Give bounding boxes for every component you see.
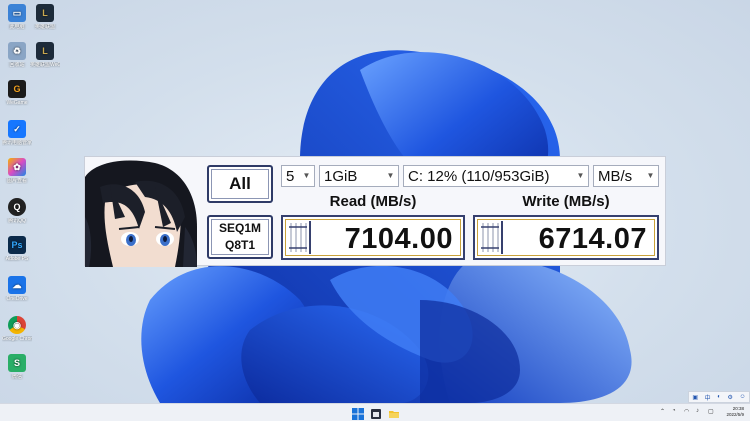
desktop-icon-lol[interactable]: L 英雄联盟 (30, 4, 60, 30)
game-icon: L (36, 4, 54, 22)
taskbar-app-button[interactable] (370, 407, 382, 419)
desktop-icon-this-pc[interactable]: ▭ 此电脑 (2, 4, 32, 30)
speaker-icon[interactable]: ♪ (696, 408, 699, 414)
chrome-icon: ◉ (8, 316, 26, 334)
desktop-icon-label: 微信 (11, 374, 22, 380)
notification-icon[interactable]: ▢ (708, 408, 714, 415)
ime-indicator[interactable]: 中 (705, 393, 711, 402)
desktop-icon-label: 腾讯QQ (8, 218, 26, 224)
windows-logo-icon (352, 408, 364, 420)
start-button[interactable] (352, 407, 364, 420)
clock[interactable]: 20:38 2022/5/9 (726, 406, 744, 418)
write-result-box: 6714.07 (473, 215, 659, 260)
read-result-box: 7104.00 (281, 215, 465, 260)
game-icon: L (36, 42, 54, 60)
desktop-icon-qq[interactable]: Q 腾讯QQ (2, 198, 32, 224)
desktop-icon-label: 此电脑 (9, 24, 25, 30)
chevron-down-icon: ▼ (576, 171, 585, 180)
desktop-icon-pc-manager[interactable]: ✓ 腾讯电脑管家 (2, 120, 32, 146)
desktop-icon-label: 回收站 (9, 62, 25, 68)
mascot-image (85, 157, 197, 267)
drive-select[interactable]: C: 12% (110/953GiB) ▼ (403, 165, 589, 187)
desktop-icon-photos[interactable]: ✿ 图片查看 (2, 158, 32, 184)
test-size-value: 1GiB (324, 167, 358, 185)
desktop-icon-label: OneDrive (6, 296, 28, 302)
desktop-icon-recycle-bin[interactable]: ♻ 回收站 (2, 42, 32, 68)
file-explorer-button[interactable] (388, 407, 400, 419)
chevron-down-icon: ▼ (302, 171, 311, 180)
monitor-icon: ▭ (8, 4, 26, 22)
tray-app-icon[interactable]: ☺ (740, 394, 746, 400)
read-value: 7104.00 (344, 223, 453, 255)
taskbar: ⌃ ◔ ◠ ♪ ▢ 20:38 2022/5/9 (0, 403, 750, 421)
desktop-icon-label: Adobe PS (5, 256, 29, 262)
chevron-up-icon[interactable]: ⌃ (660, 408, 665, 415)
flower-icon: ✿ (8, 158, 26, 176)
tray-app-icon[interactable]: ◐ (717, 394, 721, 400)
penguin-icon: Q (8, 198, 26, 216)
chevron-down-icon: ▼ (386, 171, 395, 180)
read-header: Read (MB/s) (329, 193, 417, 210)
desktop-icon-label: 英雄联盟WeGame版 (30, 62, 60, 68)
chevron-down-icon: ▼ (646, 171, 655, 180)
test-count-select[interactable]: 5 ▼ (281, 165, 315, 187)
desktop-icon-label: 腾讯电脑管家 (2, 140, 32, 146)
photoshop-icon: Ps (8, 236, 26, 254)
result-box-ornament (287, 221, 311, 254)
write-value: 6714.07 (538, 223, 647, 255)
wegame-icon: G (8, 80, 26, 98)
desktop-icon-label: 英雄联盟 (34, 24, 55, 30)
test-type-label: SEQ1M (218, 221, 261, 235)
wifi-icon[interactable]: ◠ (684, 408, 689, 415)
desktop-icon-onedrive[interactable]: ☁ OneDrive (2, 276, 32, 302)
result-box-ornament (479, 221, 503, 254)
desktop-icon-label: Google Chrome (2, 336, 32, 342)
crystaldiskmark-window: All SEQ1M Q8T1 5 ▼ 1GiB ▼ C: 12% (110/95… (84, 156, 666, 267)
desktop-icon-wechat[interactable]: S 微信 (2, 354, 32, 380)
app-window-icon (371, 409, 381, 419)
test-size-select[interactable]: 1GiB ▼ (319, 165, 399, 187)
desktop-icon-label: 图片查看 (6, 178, 27, 184)
test-count-value: 5 (286, 167, 295, 185)
cloud-icon: ☁ (8, 276, 26, 294)
desktop-icon-wegame[interactable]: G WeGame (2, 80, 32, 106)
test-queue-label: Q8T1 (224, 238, 255, 252)
tray-app-icon[interactable]: ◔ (672, 408, 676, 414)
all-button[interactable]: All (207, 165, 273, 203)
shield-icon: ✓ (8, 120, 26, 138)
unit-select[interactable]: MB/s ▼ (593, 165, 659, 187)
tray-app-icon[interactable]: ▣ (692, 394, 698, 401)
desktop-icon-photoshop[interactable]: Ps Adobe PS (2, 236, 32, 262)
desktop-icon-chrome[interactable]: ◉ Google Chrome (2, 316, 32, 342)
desktop-icon-label: WeGame (6, 100, 28, 106)
tray-overflow-panel: ▣ 中 ◐ ⚙ ☺ (688, 391, 750, 403)
seq1m-q8t1-button[interactable]: SEQ1M Q8T1 (207, 215, 273, 259)
write-header: Write (MB/s) (522, 193, 610, 210)
drive-value: C: 12% (110/953GiB) (408, 167, 550, 185)
desktop-icon-lol-wegame[interactable]: L 英雄联盟WeGame版 (30, 42, 60, 68)
folder-icon (389, 411, 399, 418)
clock-date: 2022/5/9 (726, 412, 744, 417)
recycle-bin-icon: ♻ (8, 42, 26, 60)
unit-value: MB/s (598, 167, 633, 185)
tray-app-icon[interactable]: ⚙ (728, 394, 733, 401)
app-icon: S (8, 354, 26, 372)
